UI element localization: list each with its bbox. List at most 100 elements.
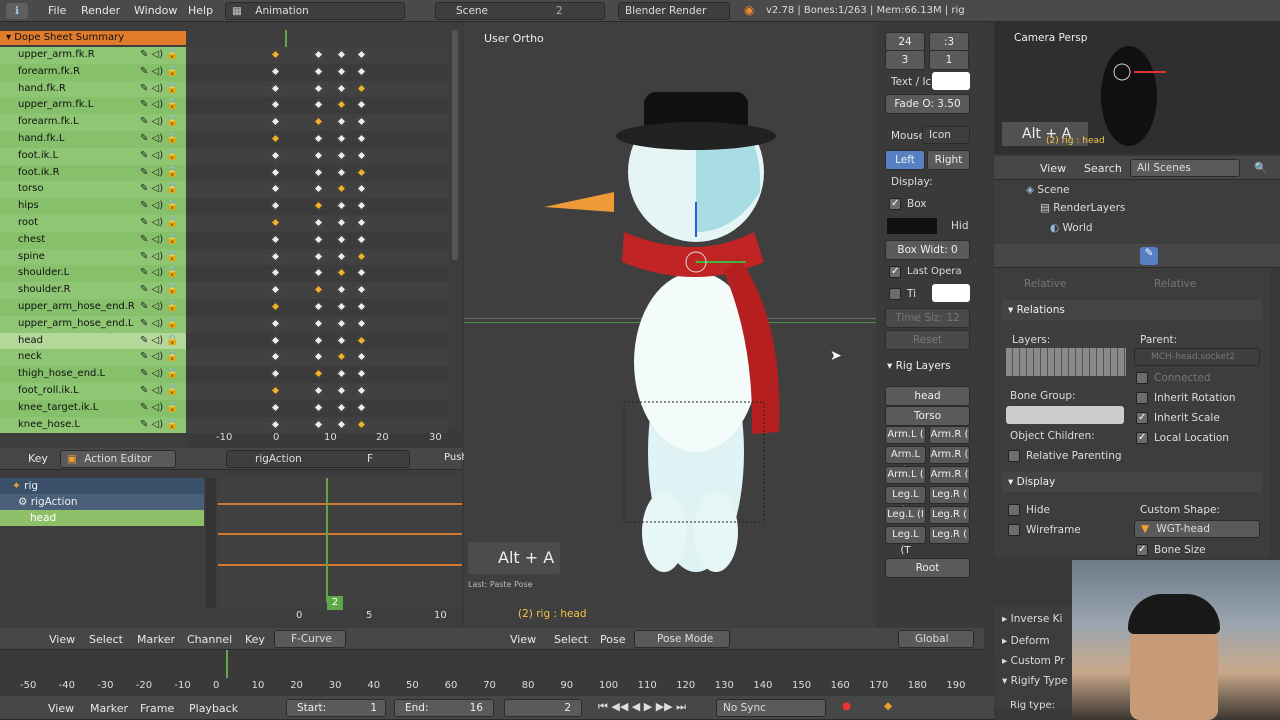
layer-button[interactable]: Leg.R ( [929, 526, 970, 544]
keyframe-row[interactable] [186, 181, 448, 199]
channel-toggle-icons[interactable]: ✎ ◁) 🔒 [140, 383, 179, 400]
keyframe-diamond[interactable] [336, 368, 347, 379]
count-field[interactable]: 24 [885, 32, 925, 52]
layer-button[interactable]: Leg.R ( [929, 486, 970, 504]
keyframe-diamond[interactable] [336, 150, 347, 161]
keyframe-diamond[interactable] [313, 267, 324, 278]
camera-view[interactable]: Camera Persp Alt + A (2) rig : head [994, 22, 1280, 154]
channel-toggle-icons[interactable]: ✎ ◁) 🔒 [140, 282, 179, 299]
box-width-field[interactable]: Box Widt: 0 [885, 240, 970, 260]
search-icon[interactable]: 🔍 [1254, 161, 1267, 174]
channel-toggle-icons[interactable]: ✎ ◁) 🔒 [140, 232, 179, 249]
keyframe-diamond[interactable] [313, 217, 324, 228]
keyframe-diamond[interactable] [313, 318, 324, 329]
menu-file[interactable]: File [48, 4, 66, 17]
keyframe-diamond[interactable] [356, 99, 367, 110]
keyframe-diamond[interactable] [356, 116, 367, 127]
channel-toggle-icons[interactable]: ✎ ◁) 🔒 [140, 249, 179, 266]
graph-divider[interactable] [206, 478, 216, 608]
channel-row[interactable]: foot_roll.ik.L ✎ ◁) 🔒 [0, 383, 186, 400]
text-color-swatch[interactable] [932, 72, 970, 90]
keyframe-row[interactable] [186, 315, 448, 333]
keyframe-diamond[interactable] [270, 234, 281, 245]
channel-toggle-icons[interactable]: ✎ ◁) 🔒 [140, 165, 179, 182]
channel-toggle-icons[interactable]: ✎ ◁) 🔒 [140, 198, 179, 215]
keyframe-diamond[interactable] [356, 385, 367, 396]
channel-row[interactable]: upper_arm_hose_end.L ✎ ◁) 🔒 [0, 315, 186, 333]
viewport-3d[interactable]: User Ortho Alt + A Last: Paste Pose (2) … [464, 22, 876, 628]
layer-button[interactable]: Leg.L (F [885, 486, 926, 516]
channel-toggle-icons[interactable]: ✎ ◁) 🔒 [140, 349, 179, 366]
keyframe-diamond[interactable] [336, 217, 347, 228]
keyframe-diamond[interactable] [313, 150, 324, 161]
graph-mode-select[interactable]: F-Curve [274, 630, 346, 648]
keyframe-row[interactable] [186, 332, 448, 350]
keyframe-row[interactable] [186, 299, 448, 316]
keyframe-diamond[interactable] [336, 200, 347, 211]
tree-item-action[interactable]: ⚙ rigAction [0, 494, 204, 510]
color-swatch[interactable] [887, 218, 937, 234]
menu-view[interactable]: View [510, 633, 536, 646]
channel-row[interactable]: knee_target.ik.L ✎ ◁) 🔒 [0, 399, 186, 417]
dopesheet-summary[interactable]: ▾ Dope Sheet Summary [0, 31, 186, 45]
keyframe-diamond[interactable] [270, 49, 281, 60]
timeline[interactable]: -50 -40 -30 -20 -10 0 10 20 30 40 50 60 70 80 90 100 110… [0, 650, 994, 696]
channel-toggle-icons[interactable]: ✎ ◁) 🔒 [140, 366, 179, 383]
keyframe-diamond[interactable] [313, 301, 324, 312]
hide-checkbox[interactable] [1008, 504, 1020, 516]
keyframe-row[interactable] [186, 147, 448, 165]
channel-row[interactable]: foot.ik.R ✎ ◁) 🔒 [0, 164, 186, 182]
keyframe-diamond[interactable] [336, 351, 347, 362]
keyframe-diamond[interactable] [336, 116, 347, 127]
channel-row[interactable]: head ✎ ◁) 🔒 [0, 332, 186, 350]
record-icon[interactable]: ● [842, 700, 851, 712]
channel-row[interactable]: shoulder.R ✎ ◁) 🔒 [0, 282, 186, 299]
channel-row[interactable]: thigh_hose_end.L ✎ ◁) 🔒 [0, 366, 186, 383]
fade-field[interactable]: Fade O: 3.50 [885, 94, 970, 114]
keyframe-diamond[interactable] [313, 83, 324, 94]
menu-help[interactable]: Help [188, 4, 213, 17]
channel-row[interactable]: hand.fk.L ✎ ◁) 🔒 [0, 131, 186, 148]
channel-row[interactable]: forearm.fk.L ✎ ◁) 🔒 [0, 114, 186, 131]
layout-selector[interactable]: ▦ Animation [225, 2, 405, 20]
dopesheet-scrollbar[interactable] [452, 30, 458, 260]
keyframe-diamond[interactable] [336, 419, 347, 430]
keyframe-diamond[interactable] [356, 251, 367, 262]
keyframe-row[interactable] [186, 416, 448, 434]
channel-row[interactable]: foot.ik.L ✎ ◁) 🔒 [0, 147, 186, 165]
keyframe-diamond[interactable] [313, 200, 324, 211]
keyframe-diamond[interactable] [270, 150, 281, 161]
keyframe-row[interactable] [186, 114, 448, 131]
playback-controls[interactable]: ⏮ ◀◀ ◀ ▶ ▶▶ ⏭ [598, 700, 686, 714]
custom-shape-field[interactable]: ▼ WGT-head [1134, 520, 1260, 538]
inherit-rotation-checkbox[interactable] [1136, 392, 1148, 404]
keyframe-diamond[interactable] [356, 368, 367, 379]
menu-render[interactable]: Render [81, 4, 120, 17]
keyframe-diamond[interactable] [313, 251, 324, 262]
keyframe-diamond[interactable] [270, 83, 281, 94]
keyframe-diamond[interactable] [270, 385, 281, 396]
keyframe-row[interactable] [186, 366, 448, 383]
channel-row[interactable]: upper_arm_hose_end.R ✎ ◁) 🔒 [0, 299, 186, 316]
mouse-select[interactable]: Icon [922, 126, 970, 144]
display-mode-select[interactable]: All Scenes [1130, 159, 1240, 177]
layer-button[interactable]: Arm.L ( [885, 426, 926, 444]
outliner-item-world[interactable]: ◐ World [1050, 222, 1093, 234]
keyframe-diamond[interactable] [356, 419, 367, 430]
outliner-item-scene[interactable]: ◈ Scene [1026, 184, 1069, 196]
left-button[interactable]: Left [885, 150, 925, 170]
keyframe-diamond[interactable] [313, 116, 324, 127]
end-frame-field[interactable]: End: 16 [394, 699, 494, 717]
keyframe-diamond[interactable] [313, 167, 324, 178]
layer-button[interactable]: Arm.L (I [885, 446, 926, 476]
keyframe-diamond[interactable] [356, 351, 367, 362]
keyframe-diamond[interactable] [336, 167, 347, 178]
channel-row[interactable]: upper_arm.fk.R ✎ ◁) 🔒 [0, 47, 186, 64]
menu-key[interactable]: Key [245, 633, 265, 646]
keyframe-diamond[interactable] [313, 133, 324, 144]
keyframe-row[interactable] [186, 80, 448, 98]
keyframe-diamond[interactable] [336, 284, 347, 295]
right-button[interactable]: Right [927, 150, 970, 170]
keyframe-row[interactable] [186, 164, 448, 182]
channel-toggle-icons[interactable]: ✎ ◁) 🔒 [140, 64, 179, 81]
